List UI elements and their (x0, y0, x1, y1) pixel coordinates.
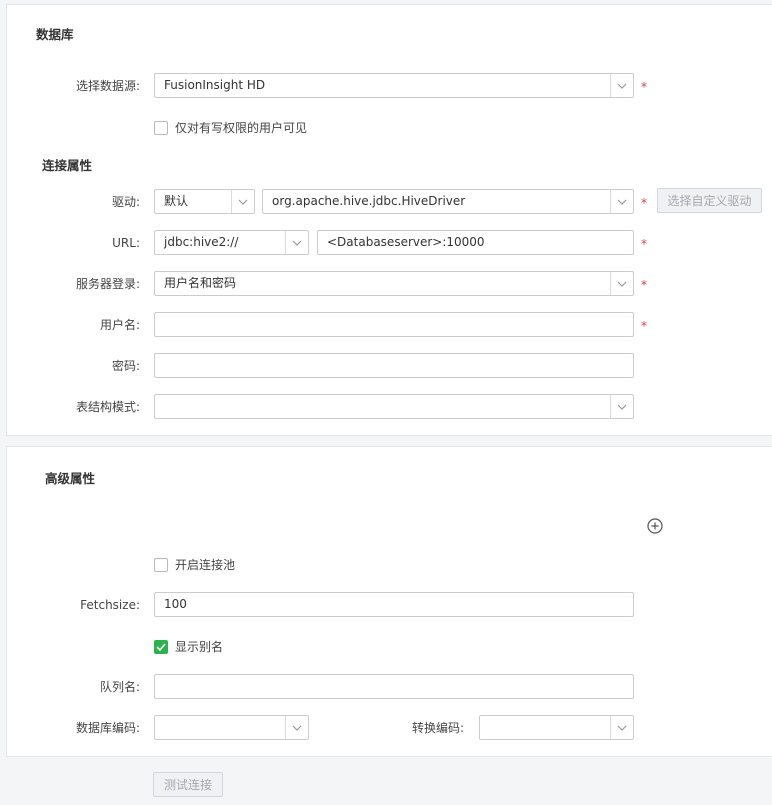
required-mark: * (641, 319, 647, 333)
chevron-down-icon[interactable] (285, 231, 308, 254)
chevron-down-icon[interactable] (610, 190, 633, 213)
driver-mode-select[interactable]: 默认 (154, 189, 255, 214)
driver-label: 驱动: (111, 195, 140, 209)
test-connection-button[interactable]: 测试连接 (153, 772, 223, 797)
schema-label: 表结构模式: (75, 400, 140, 414)
convert-encoding-select[interactable] (479, 715, 634, 740)
driver-class-value: org.apache.hive.jdbc.HiveDriver (272, 194, 466, 208)
checkmark-icon (156, 643, 166, 651)
chevron-down-icon[interactable] (610, 272, 633, 295)
fetchsize-input[interactable]: 100 (154, 592, 634, 617)
connection-pool-label: 开启连接池 (175, 558, 236, 572)
chevron-down-icon[interactable] (285, 716, 308, 739)
queue-name-input[interactable] (154, 674, 634, 699)
driver-mode-value: 默认 (164, 194, 189, 208)
required-mark: * (641, 196, 647, 210)
queue-name-label: 队列名: (99, 680, 140, 694)
driver-class-select[interactable]: org.apache.hive.jdbc.HiveDriver (262, 189, 634, 214)
plus-circle-icon[interactable] (647, 518, 663, 534)
chevron-down-icon[interactable] (231, 190, 254, 213)
url-prefix-select[interactable]: jdbc:hive2:// (154, 230, 309, 255)
password-label: 密码: (111, 359, 140, 373)
advanced-section-title: 高级属性 (45, 471, 96, 486)
required-mark: * (641, 278, 647, 292)
required-mark: * (641, 237, 647, 251)
username-label: 用户名: (99, 318, 140, 332)
datasource-select[interactable]: FusionInsight HD (154, 73, 634, 98)
schema-select[interactable] (154, 394, 634, 419)
custom-driver-button[interactable]: 选择自定义驱动 (657, 188, 762, 213)
server-login-select[interactable]: 用户名和密码 (154, 271, 634, 296)
db-encoding-select[interactable] (154, 715, 309, 740)
server-login-value: 用户名和密码 (164, 276, 237, 290)
chevron-down-icon[interactable] (610, 395, 633, 418)
url-prefix-value: jdbc:hive2:// (164, 235, 239, 249)
convert-encoding-label: 转换编码: (411, 721, 464, 735)
username-input[interactable] (154, 312, 634, 337)
url-label: URL: (112, 236, 140, 250)
datasource-value: FusionInsight HD (164, 78, 266, 92)
fetchsize-label: Fetchsize: (80, 598, 140, 612)
chevron-down-icon[interactable] (610, 74, 633, 97)
required-mark: * (641, 80, 647, 94)
show-alias-checkbox[interactable] (154, 640, 168, 654)
chevron-down-icon[interactable] (610, 716, 633, 739)
show-alias-label: 显示别名 (175, 640, 224, 654)
database-section-title: 数据库 (36, 27, 74, 42)
db-encoding-label: 数据库编码: (75, 721, 140, 735)
datasource-label: 选择数据源: (75, 79, 140, 93)
server-login-label: 服务器登录: (75, 277, 140, 291)
password-input[interactable] (154, 353, 634, 378)
connection-pool-checkbox[interactable] (154, 558, 168, 572)
url-input[interactable]: <Databaseserver>:10000 (317, 230, 634, 255)
write-permission-label: 仅对有写权限的用户可见 (175, 121, 308, 135)
connection-section-title: 连接属性 (42, 158, 93, 173)
write-permission-checkbox[interactable] (154, 121, 168, 135)
